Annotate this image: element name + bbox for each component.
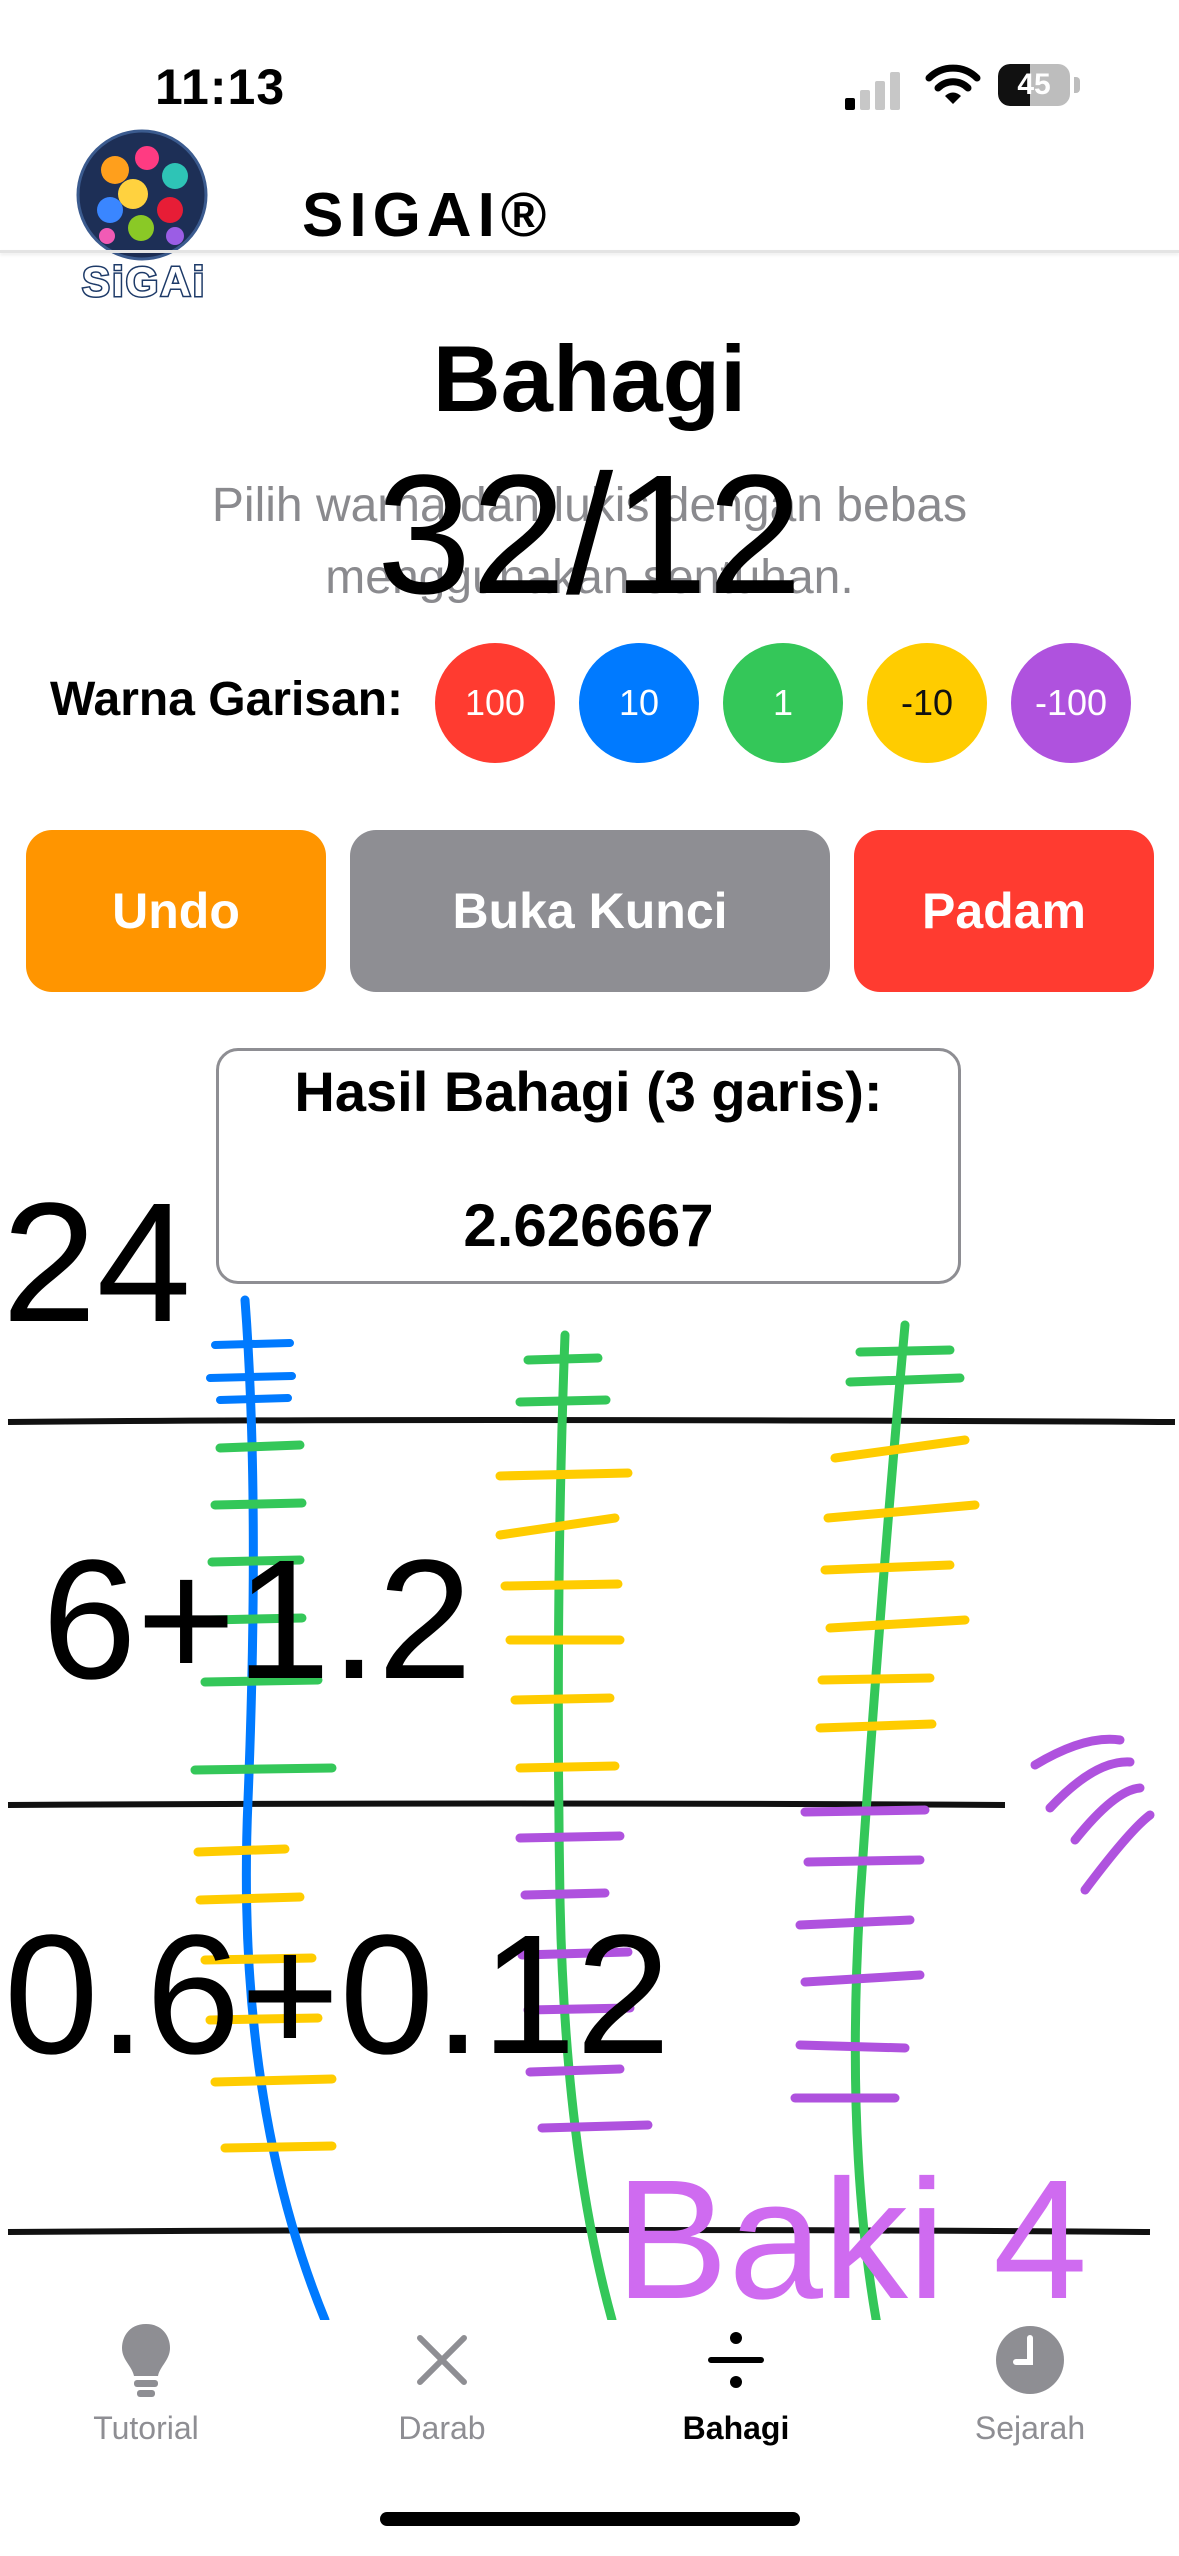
page-title: Bahagi (432, 326, 747, 431)
undo-button[interactable]: Undo (26, 830, 326, 992)
step-3-text: 0.6+0.12 (4, 1900, 671, 2090)
tab-sejarah[interactable]: Sejarah (920, 2320, 1140, 2447)
result-box: Hasil Bahagi (3 garis): 2.626667 (216, 1048, 961, 1284)
logo-wordmark: SiGAi (80, 257, 207, 307)
tab-tutorial[interactable]: Tutorial (36, 2320, 256, 2447)
result-title: Hasil Bahagi (3 garis): (294, 1060, 883, 1123)
line-color-label: Warna Garisan: (50, 673, 403, 726)
problem-expression: 32/12 (376, 440, 803, 630)
tab-darab[interactable]: Darab (332, 2320, 552, 2447)
result-value: 2.626667 (463, 1192, 714, 1259)
battery-percent: 45 (1017, 68, 1051, 101)
clock-icon (996, 2326, 1064, 2394)
unlock-button[interactable]: Buka Kunci (350, 830, 830, 992)
home-indicator[interactable] (380, 2512, 800, 2526)
battery-icon: 45 (998, 64, 1080, 106)
tab-label: Bahagi (682, 2410, 790, 2446)
tab-label: Darab (398, 2410, 486, 2446)
tab-label: Tutorial (93, 2410, 199, 2446)
color-button-100[interactable]: 100 (435, 643, 555, 763)
multiply-icon (417, 2335, 467, 2385)
color-button-minus-10[interactable]: -10 (867, 643, 987, 763)
color-button-10[interactable]: 10 (579, 643, 699, 763)
delete-button[interactable]: Padam (854, 830, 1154, 992)
app-logo (76, 129, 208, 261)
wifi-icon (925, 64, 981, 104)
app-title: SIGAI® (302, 181, 553, 250)
step-2-text: 6+1.2 (42, 1525, 473, 1715)
header-divider (0, 250, 1179, 253)
lightbulb-icon (122, 2324, 170, 2397)
color-button-1[interactable]: 1 (723, 643, 843, 763)
divide-icon (708, 2332, 764, 2388)
color-button-minus-100[interactable]: -100 (1011, 643, 1131, 763)
status-time: 11:13 (155, 59, 286, 115)
remainder-text: Baki 4 (615, 2145, 1088, 2335)
tab-label: Sejarah (974, 2410, 1086, 2446)
tab-bahagi[interactable]: Bahagi (626, 2320, 846, 2447)
step-1-text: 24 (2, 1168, 192, 1358)
cellular-signal-icon (845, 72, 900, 110)
